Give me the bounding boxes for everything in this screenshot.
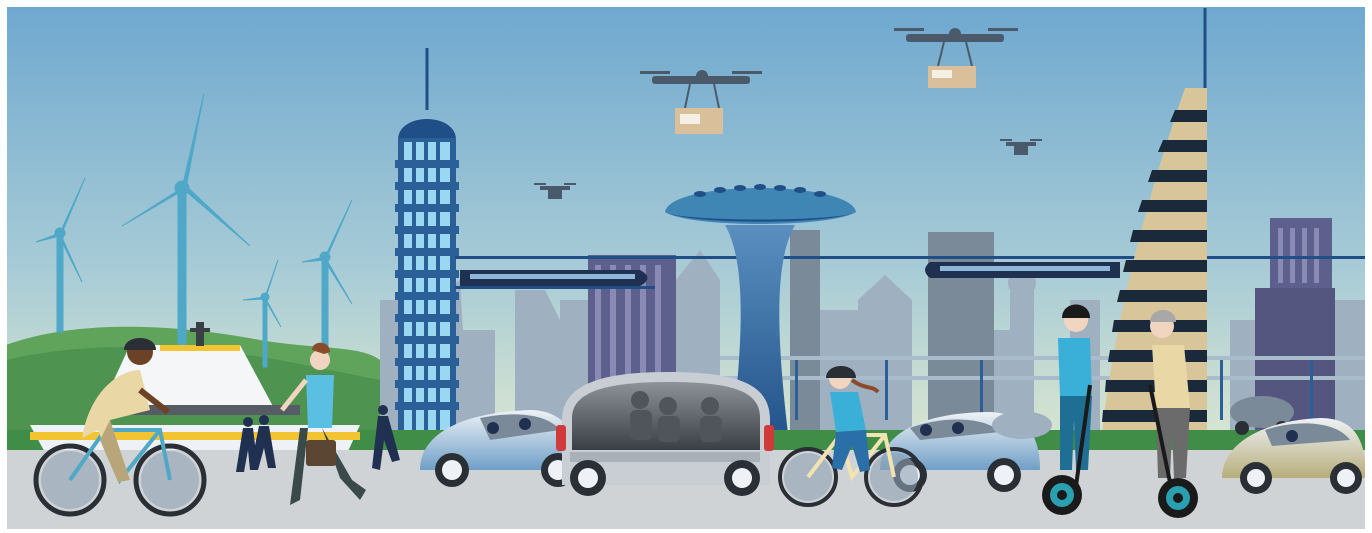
autonomous-pod-vehicle — [556, 372, 774, 496]
future-city-illustration — [0, 0, 1372, 533]
